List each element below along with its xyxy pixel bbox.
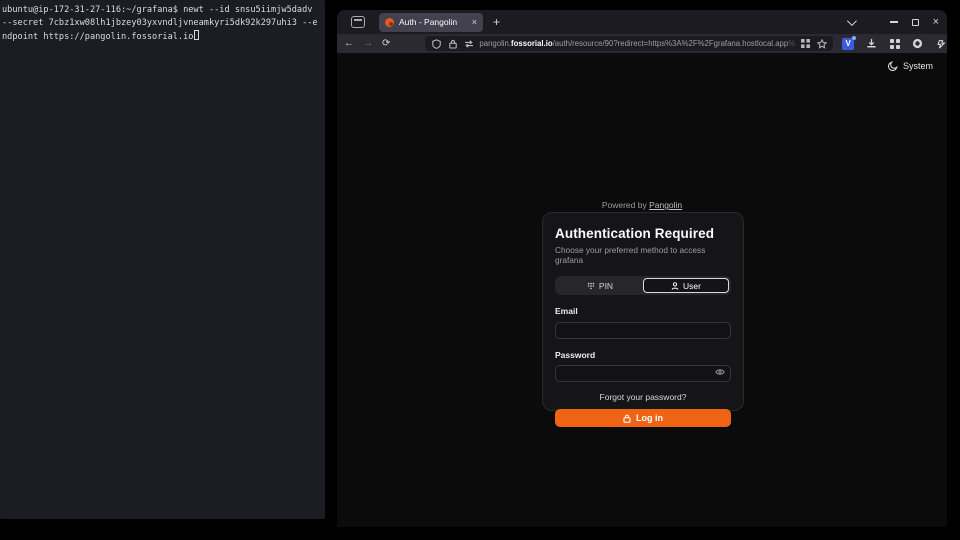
powered-by: Powered by Pangolin	[337, 200, 947, 210]
auth-page: System Powered by Pangolin Authenticatio…	[337, 53, 947, 527]
login-button-label: Log in	[636, 413, 663, 423]
downloads-icon[interactable]	[866, 38, 877, 49]
close-window-button[interactable]: ×	[933, 19, 939, 26]
window-controls: ×	[847, 19, 939, 26]
firefox-view-icon[interactable]	[351, 16, 365, 28]
tab-strip: Auth - Pangolin × + ×	[337, 10, 947, 34]
extensions-puzzle-icon[interactable]	[935, 38, 946, 49]
terminal-cursor	[194, 30, 199, 40]
tab-close-icon[interactable]: ×	[472, 17, 477, 27]
adblock-circle-icon[interactable]	[912, 38, 923, 49]
tab-pin-label: PIN	[599, 281, 613, 291]
permissions-icon[interactable]	[463, 38, 474, 49]
tab-list-chevron-icon[interactable]	[847, 16, 857, 26]
terminal-line: ubuntu@ip-172-31-27-116:~/grafana$ newt …	[2, 5, 312, 15]
auth-card: Authentication Required Choose your pref…	[542, 212, 744, 411]
extension-v-icon[interactable]: V	[842, 38, 854, 50]
padlock-icon[interactable]	[447, 38, 458, 49]
tab-user[interactable]: User	[643, 278, 729, 293]
login-button[interactable]: Log in	[555, 409, 731, 427]
terminal-line: --secret 7cbz1xw08lh1jbzey03yxvndljvneam…	[2, 18, 318, 28]
lock-icon	[623, 414, 631, 423]
minimize-button[interactable]	[890, 21, 898, 23]
pangolin-favicon-icon	[385, 18, 394, 27]
pangolin-link[interactable]: Pangolin	[649, 200, 682, 210]
card-title: Authentication Required	[555, 226, 731, 241]
back-button[interactable]: ←	[344, 39, 354, 49]
theme-toggle-label: System	[903, 61, 933, 71]
user-icon	[671, 282, 679, 290]
bookmark-star-icon[interactable]	[816, 38, 827, 49]
email-label: Email	[555, 306, 731, 316]
tab-pin[interactable]: PIN	[557, 278, 643, 293]
tracking-shield-icon[interactable]	[431, 38, 442, 49]
tab-title: Auth - Pangolin	[399, 17, 467, 27]
maximize-button[interactable]	[912, 19, 919, 26]
new-tab-button[interactable]: +	[493, 15, 500, 29]
auth-method-tabs: PIN User	[555, 276, 731, 295]
theme-toggle[interactable]: System	[888, 61, 933, 71]
show-password-eye-icon[interactable]	[715, 368, 725, 376]
card-subtitle: Choose your preferred method to access g…	[555, 245, 731, 265]
moon-icon	[888, 61, 898, 71]
toolbar-extension-icons: V	[842, 38, 947, 50]
browser-window: Auth - Pangolin × + × ← → ⟳ pangolin.fos…	[337, 10, 947, 527]
tab-user-label: User	[683, 281, 701, 291]
email-field[interactable]	[555, 322, 731, 339]
password-field[interactable]	[555, 365, 731, 382]
terminal-line: ndpoint https://pangolin.fossorial.io	[2, 32, 193, 42]
url-bar[interactable]: pangolin.fossorial.io/auth/resource/90?r…	[425, 36, 833, 51]
tab-auth-pangolin[interactable]: Auth - Pangolin ×	[379, 13, 483, 32]
reload-button[interactable]: ⟳	[382, 39, 390, 49]
keypad-icon	[587, 282, 595, 290]
shortcuts-grid-icon[interactable]	[800, 38, 811, 49]
forgot-password-link[interactable]: Forgot your password?	[555, 392, 731, 402]
forward-button[interactable]: →	[363, 39, 373, 49]
terminal-panel[interactable]: ubuntu@ip-172-31-27-116:~/grafana$ newt …	[0, 0, 325, 519]
containers-grid-icon[interactable]	[889, 38, 900, 49]
password-label: Password	[555, 350, 731, 360]
browser-toolbar: ← → ⟳ pangolin.fossorial.io/auth/resourc…	[337, 34, 947, 53]
url-text: pangolin.fossorial.io/auth/resource/90?r…	[479, 39, 795, 48]
